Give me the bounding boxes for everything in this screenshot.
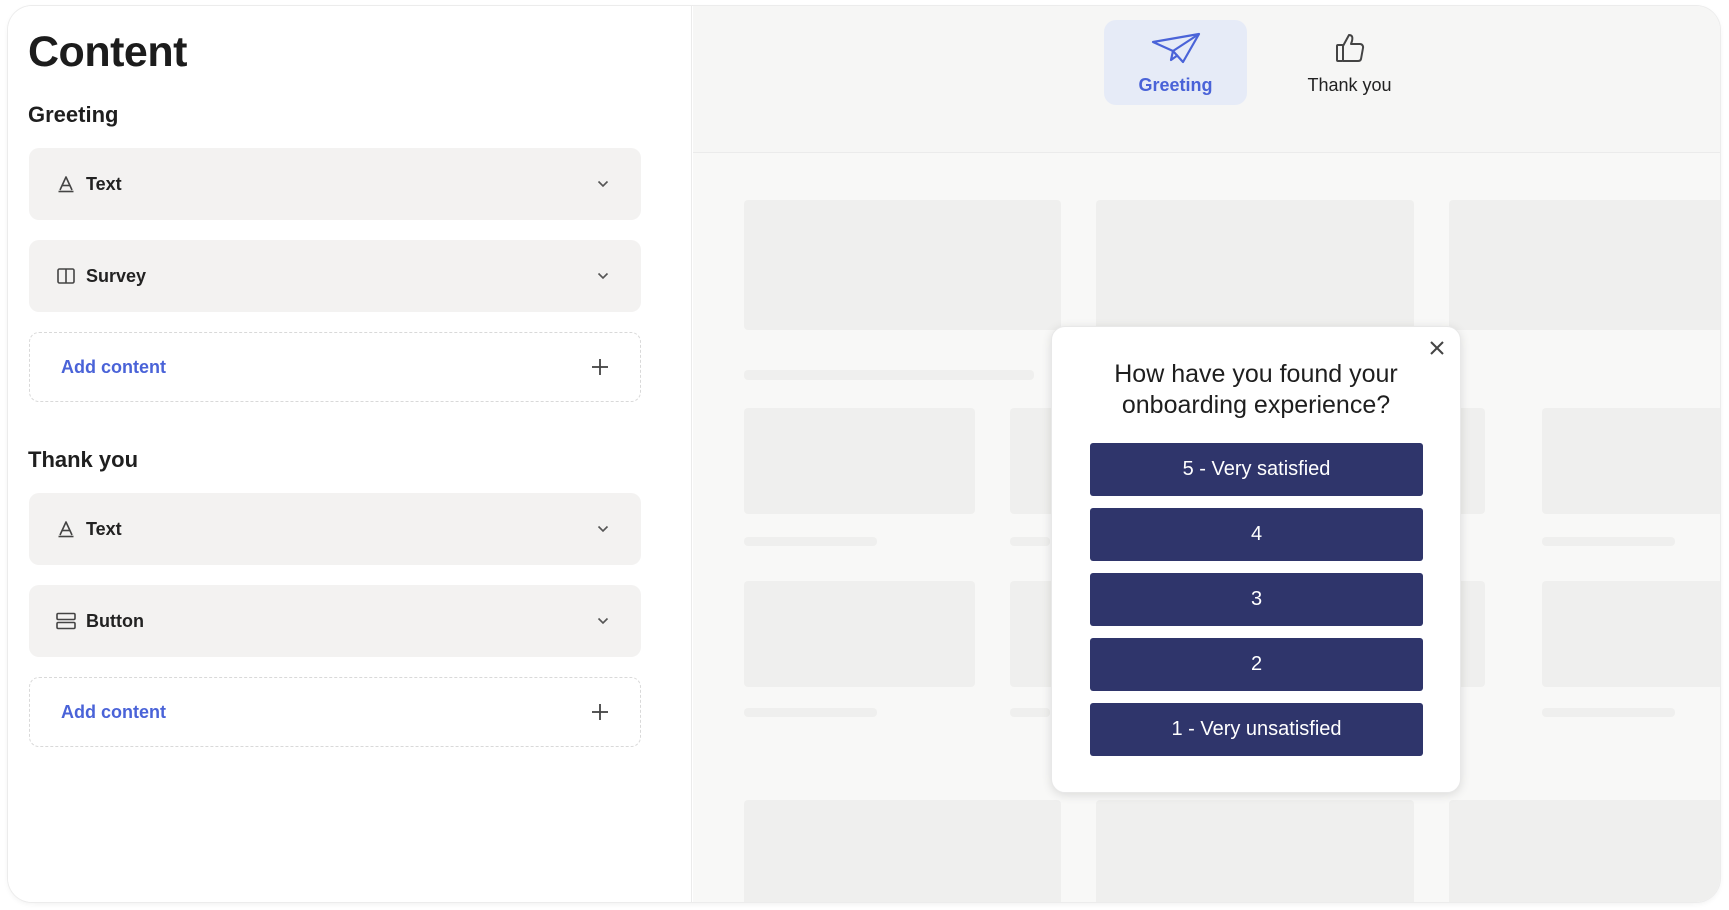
add-content-button-greeting[interactable]: Add content xyxy=(29,332,641,402)
greeting-survey-item[interactable]: Survey xyxy=(29,240,641,312)
survey-question-line-2: onboarding experience? xyxy=(1121,391,1391,419)
thumbs-up-icon xyxy=(1335,32,1365,69)
plus-icon xyxy=(590,357,610,377)
survey-option-button[interactable]: 1 - Very unsatisfied xyxy=(1090,703,1423,756)
placeholder-block xyxy=(1096,200,1414,330)
item-label: Button xyxy=(86,610,144,631)
survey-option-button[interactable]: 3 xyxy=(1090,573,1423,626)
greeting-text-item[interactable]: Text xyxy=(29,148,641,220)
survey-question-line-1: How have you found your xyxy=(1114,360,1398,388)
survey-option-button[interactable]: 4 xyxy=(1090,508,1423,561)
add-content-label: Add content xyxy=(61,701,166,722)
placeholder-line xyxy=(1010,537,1050,546)
preview-tab-bar: Greeting Thank you xyxy=(693,6,1720,153)
placeholder-block xyxy=(744,581,975,687)
app-window: Content Greeting Text Survey Add content xyxy=(8,6,1720,902)
thankyou-text-item[interactable]: Text xyxy=(29,493,641,565)
placeholder-block xyxy=(744,408,975,514)
placeholder-block xyxy=(1542,581,1720,687)
columns-icon xyxy=(55,265,77,287)
chevron-down-icon[interactable] xyxy=(595,613,611,629)
placeholder-block xyxy=(1449,200,1720,330)
tab-thank-you[interactable]: Thank you xyxy=(1278,20,1421,105)
text-format-icon xyxy=(55,173,77,195)
placeholder-block xyxy=(744,200,1061,330)
thankyou-button-item[interactable]: Button xyxy=(29,585,641,657)
tab-label: Greeting xyxy=(1138,75,1213,95)
chevron-down-icon[interactable] xyxy=(595,176,611,192)
chevron-down-icon[interactable] xyxy=(595,521,611,537)
placeholder-line xyxy=(1010,708,1050,717)
tab-label: Thank you xyxy=(1307,75,1392,95)
content-editor-panel: Content Greeting Text Survey Add content xyxy=(8,6,692,902)
placeholder-line xyxy=(744,708,877,717)
section-title-thank-you: Thank you xyxy=(28,447,139,472)
close-icon[interactable] xyxy=(1426,337,1448,359)
add-content-button-thank-you[interactable]: Add content xyxy=(29,677,641,747)
page-title: Content xyxy=(28,28,187,76)
placeholder-line xyxy=(1542,708,1675,717)
placeholder-line xyxy=(744,370,1034,380)
text-format-icon xyxy=(55,518,77,540)
item-label: Text xyxy=(86,173,122,194)
plus-icon xyxy=(590,702,610,722)
survey-option-button[interactable]: 5 - Very satisfied xyxy=(1090,443,1423,496)
section-title-greeting: Greeting xyxy=(28,102,119,127)
placeholder-block xyxy=(1542,408,1720,514)
placeholder-line xyxy=(744,537,877,546)
placeholder-line xyxy=(1542,537,1675,546)
placeholder-block xyxy=(1449,800,1720,902)
button-layout-icon xyxy=(55,610,77,632)
item-label: Survey xyxy=(86,265,147,286)
survey-option-button[interactable]: 2 xyxy=(1090,638,1423,691)
chevron-down-icon[interactable] xyxy=(595,268,611,284)
survey-popup: How have you found your onboarding exper… xyxy=(1051,326,1461,793)
tab-greeting[interactable]: Greeting xyxy=(1104,20,1247,105)
placeholder-block xyxy=(1096,800,1414,902)
placeholder-block xyxy=(744,800,1061,902)
paper-plane-icon xyxy=(1151,32,1201,69)
item-label: Text xyxy=(86,518,122,539)
survey-question: How have you found your onboarding exper… xyxy=(1052,359,1460,421)
add-content-label: Add content xyxy=(61,356,166,377)
